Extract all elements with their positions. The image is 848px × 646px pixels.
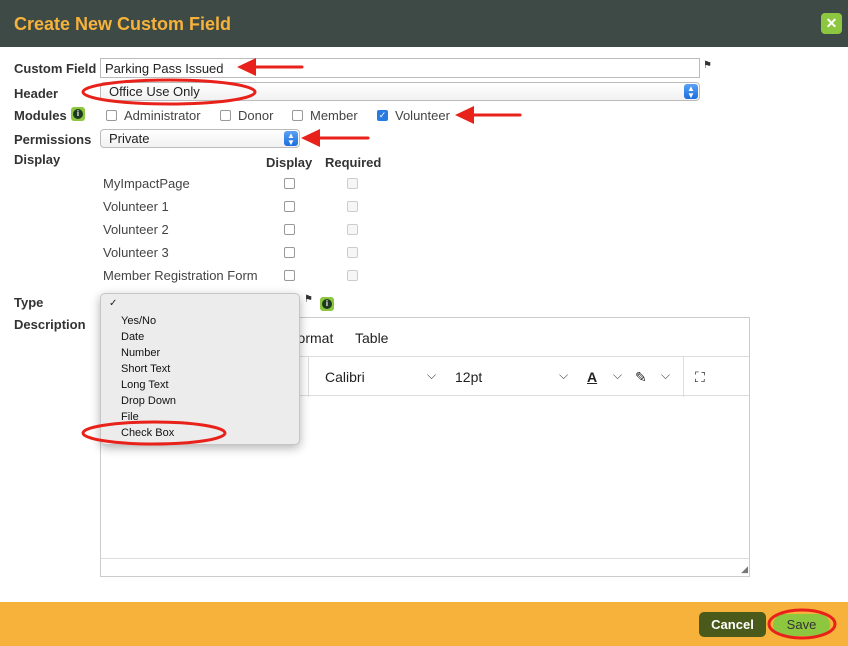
check-icon: ✓: [109, 298, 118, 309]
display-checkbox[interactable]: [284, 247, 295, 258]
flag-icon[interactable]: ⚑: [304, 294, 313, 305]
fullscreen-icon[interactable]: ⛶: [695, 369, 705, 386]
display-row-label: Volunteer 3: [103, 245, 169, 260]
dialog-titlebar: Create New Custom Field ✕: [0, 0, 848, 47]
type-option[interactable]: Short Text: [121, 363, 170, 375]
type-option[interactable]: Yes/No: [121, 315, 156, 327]
toolbar-divider: [683, 357, 684, 397]
type-option[interactable]: File: [121, 411, 139, 423]
chevron-down-icon[interactable]: ⌵: [613, 368, 622, 383]
type-option[interactable]: Long Text: [121, 379, 169, 391]
header-label: Header: [14, 86, 59, 101]
display-checkbox[interactable]: [284, 270, 295, 281]
display-checkbox[interactable]: [284, 178, 295, 189]
module-member-label: Member: [310, 108, 358, 123]
custom-field-dialog: Create New Custom Field ✕ Custom Field P…: [0, 0, 848, 646]
module-administrator-label: Administrator: [124, 108, 201, 123]
module-donor-checkbox[interactable]: [220, 110, 231, 121]
chevron-down-icon[interactable]: ⌵: [559, 368, 568, 383]
module-volunteer-label: Volunteer: [395, 108, 450, 123]
display-row-label: MyImpactPage: [103, 176, 190, 191]
type-label: Type: [14, 295, 44, 310]
display-row-label: Member Registration Form: [103, 268, 258, 283]
cancel-button[interactable]: Cancel: [699, 612, 766, 637]
annotation-arrowhead: [455, 106, 474, 124]
dialog-title: Create New Custom Field: [14, 14, 232, 34]
description-label: Description: [14, 317, 86, 332]
display-column-header: Display: [266, 155, 313, 170]
display-label: Display: [14, 152, 61, 167]
required-checkbox[interactable]: [347, 247, 358, 258]
toolbar-divider: [308, 357, 309, 397]
required-checkbox[interactable]: [347, 270, 358, 281]
font-family-select[interactable]: Calibri: [325, 369, 365, 385]
custom-field-label: Custom Field: [14, 61, 97, 76]
permissions-select-value: Private: [109, 131, 150, 146]
module-member-checkbox[interactable]: [292, 110, 303, 121]
select-arrows-icon: ▲ ▼: [284, 131, 298, 147]
module-donor-label: Donor: [238, 108, 274, 123]
editor-statusbar: ◢: [101, 558, 749, 576]
text-color-icon[interactable]: A: [587, 369, 597, 385]
type-option[interactable]: Number: [121, 347, 160, 359]
save-button[interactable]: Save: [773, 614, 830, 636]
type-option[interactable]: Drop Down: [121, 395, 176, 407]
permissions-label: Permissions: [14, 132, 92, 147]
required-checkbox[interactable]: [347, 224, 358, 235]
chevron-down-icon[interactable]: ⌵: [661, 368, 670, 383]
required-checkbox[interactable]: [347, 201, 358, 212]
required-column-header: Required: [325, 155, 382, 170]
chevron-down-icon[interactable]: ⌵: [427, 368, 436, 383]
custom-field-input[interactable]: Parking Pass Issued: [100, 58, 700, 78]
info-icon[interactable]: i: [71, 107, 85, 121]
flag-icon[interactable]: ⚑: [703, 60, 712, 71]
display-row-label: Volunteer 1: [103, 199, 169, 214]
type-option[interactable]: Date: [121, 331, 144, 343]
select-arrows-icon: ▲ ▼: [684, 84, 698, 100]
modules-label: Modules: [14, 108, 67, 123]
header-select-value: Office Use Only: [109, 84, 200, 99]
display-row-label: Volunteer 2: [103, 222, 169, 237]
annotation-arrowhead: [301, 129, 320, 147]
menu-table[interactable]: Table: [355, 330, 388, 346]
header-select[interactable]: Office Use Only ▲ ▼: [100, 82, 700, 101]
close-icon[interactable]: ✕: [821, 13, 842, 34]
module-volunteer-checkbox[interactable]: ✓: [377, 110, 388, 121]
display-checkbox[interactable]: [284, 224, 295, 235]
info-icon[interactable]: i: [320, 297, 334, 311]
permissions-select[interactable]: Private ▲ ▼: [100, 129, 300, 148]
type-option[interactable]: Check Box: [121, 427, 174, 439]
resize-handle-icon[interactable]: ◢: [741, 564, 748, 575]
module-administrator-checkbox[interactable]: [106, 110, 117, 121]
required-checkbox[interactable]: [347, 178, 358, 189]
highlight-icon[interactable]: ✎: [635, 369, 647, 386]
display-checkbox[interactable]: [284, 201, 295, 212]
font-size-select[interactable]: 12pt: [455, 369, 482, 385]
type-dropdown-menu[interactable]: ✓ Yes/No Date Number Short Text Long Tex…: [100, 293, 300, 445]
